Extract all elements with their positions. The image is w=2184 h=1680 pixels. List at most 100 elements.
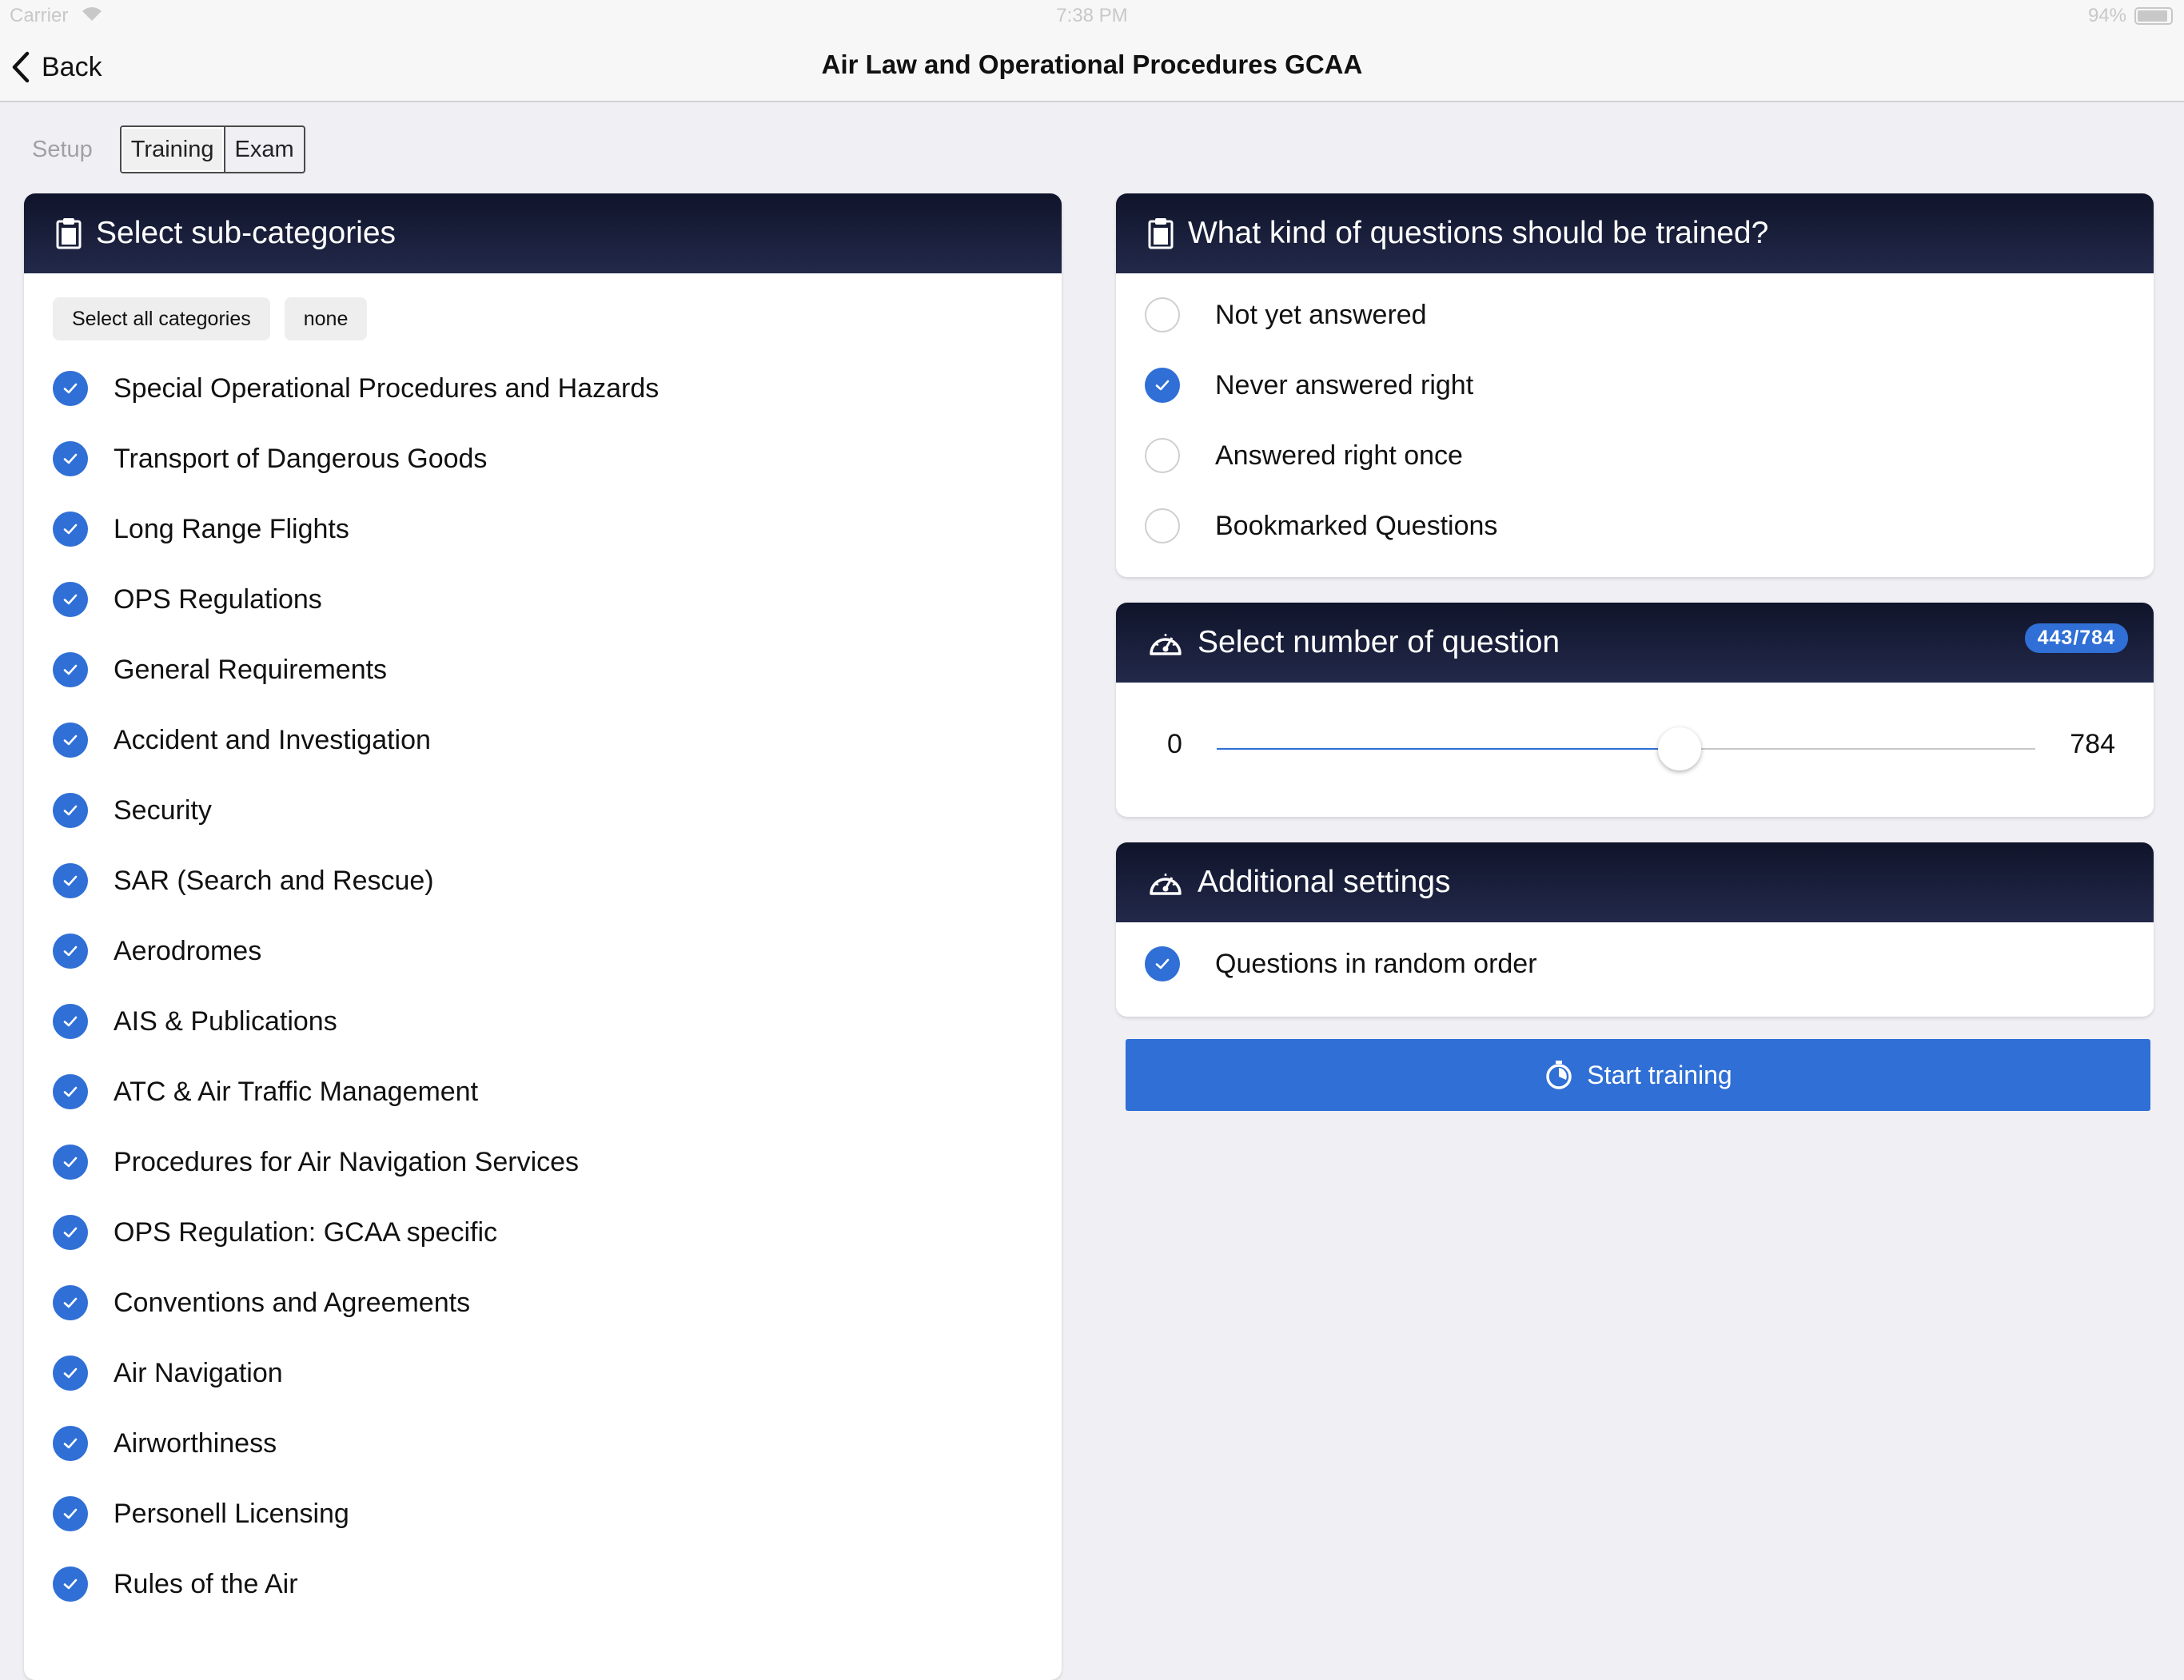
question-kind-option-label: Answered right once xyxy=(1215,440,1463,471)
additional-setting-option-label: Questions in random order xyxy=(1215,948,1537,979)
subcategory-item-label: Conventions and Agreements xyxy=(114,1287,471,1318)
additional-setting-option[interactable]: Questions in random order xyxy=(1116,929,2154,999)
mode-bar: Setup Training Exam xyxy=(32,125,305,174)
checkmark-icon xyxy=(53,1496,88,1531)
subcategory-item-label: Security xyxy=(114,794,212,826)
select-none-button[interactable]: none xyxy=(284,297,368,340)
question-count-slider-row: 0 784 xyxy=(1116,683,2154,817)
subcategory-item[interactable]: AIS & Publications xyxy=(24,986,1062,1057)
subcategories-title: Select sub-categories xyxy=(96,216,397,250)
checkmark-icon xyxy=(53,371,88,406)
subcategory-item-label: ATC & Air Traffic Management xyxy=(114,1076,479,1107)
clipboard-icon xyxy=(56,218,82,249)
additional-settings-list: Questions in random order xyxy=(1116,922,2154,999)
subcategory-item-label: General Requirements xyxy=(114,654,388,685)
navigation-bar: Back Air Law and Operational Procedures … xyxy=(0,32,2184,102)
question-kind-option-label: Not yet answered xyxy=(1215,299,1427,330)
subcategory-item-label: Accident and Investigation xyxy=(114,724,431,755)
tab-training[interactable]: Training xyxy=(121,127,225,172)
checkmark-icon xyxy=(53,863,88,898)
question-kind-option-label: Never answered right xyxy=(1215,369,1474,400)
subcategory-item[interactable]: ATC & Air Traffic Management xyxy=(24,1057,1062,1127)
question-kind-option[interactable]: Not yet answered xyxy=(1116,280,2154,350)
gauge-icon xyxy=(1150,874,1182,895)
subcategory-list: Special Operational Procedures and Hazar… xyxy=(24,340,1062,1619)
empty-circle-icon xyxy=(1145,297,1180,332)
question-count-title: Select number of question xyxy=(1198,625,1560,659)
checkmark-icon xyxy=(53,793,88,828)
checkmark-icon xyxy=(53,1426,88,1461)
question-count-slider[interactable] xyxy=(1217,727,2035,770)
subcategory-item[interactable]: Accident and Investigation xyxy=(24,705,1062,775)
status-bar: Carrier 7:38 PM 94% xyxy=(0,0,2184,32)
slider-max-label: 784 xyxy=(2070,729,2115,759)
subcategory-item-label: Aerodromes xyxy=(114,935,262,966)
tab-exam[interactable]: Exam xyxy=(225,127,304,172)
subcategory-item-label: Special Operational Procedures and Hazar… xyxy=(114,372,660,404)
checkmark-icon xyxy=(53,652,88,687)
slider-fill xyxy=(1217,748,1680,750)
subcategory-item[interactable]: OPS Regulations xyxy=(24,564,1062,635)
checkmark-icon xyxy=(53,512,88,547)
subcategory-item[interactable]: Transport of Dangerous Goods xyxy=(24,424,1062,494)
additional-settings-card: Additional settings Questions in random … xyxy=(1116,842,2154,1017)
subcategory-item-label: OPS Regulation: GCAA specific xyxy=(114,1216,498,1248)
question-kinds-card: What kind of questions should be trained… xyxy=(1116,193,2154,577)
subcategory-item-label: OPS Regulations xyxy=(114,583,322,615)
subcategory-item-label: Air Navigation xyxy=(114,1357,283,1388)
subcategories-card: Select sub-categories Select all categor… xyxy=(24,193,1062,1680)
subcategory-item[interactable]: Long Range Flights xyxy=(24,494,1062,564)
subcategory-item[interactable]: OPS Regulation: GCAA specific xyxy=(24,1197,1062,1268)
subcategory-item[interactable]: Airworthiness xyxy=(24,1408,1062,1479)
start-training-button[interactable]: Start training xyxy=(1126,1039,2150,1111)
question-kinds-title: What kind of questions should be trained… xyxy=(1188,216,1769,250)
checkmark-icon xyxy=(1145,368,1180,403)
question-kinds-list: Not yet answered Never answered right Answ… xyxy=(1116,273,2154,561)
gauge-icon xyxy=(1150,634,1182,655)
subcategory-item[interactable]: Special Operational Procedures and Hazar… xyxy=(24,353,1062,424)
category-actions: Select all categories none xyxy=(24,273,1062,340)
checkmark-icon xyxy=(53,934,88,969)
checkmark-icon xyxy=(53,1356,88,1391)
question-kind-option-label: Bookmarked Questions xyxy=(1215,510,1498,541)
setup-link[interactable]: Setup xyxy=(32,137,93,163)
question-kind-option[interactable]: Never answered right xyxy=(1116,350,2154,420)
subcategories-header: Select sub-categories xyxy=(24,193,1062,273)
checkmark-icon xyxy=(1145,946,1180,981)
subcategory-item[interactable]: Aerodromes xyxy=(24,916,1062,986)
subcategory-item-label: Long Range Flights xyxy=(114,513,349,544)
clock-label: 7:38 PM xyxy=(1056,5,1128,26)
slider-min-label: 0 xyxy=(1167,729,1182,759)
subcategory-item-label: Procedures for Air Navigation Services xyxy=(114,1146,580,1177)
question-kind-option[interactable]: Answered right once xyxy=(1116,420,2154,491)
question-count-badge: 443/784 xyxy=(2024,623,2128,653)
subcategory-item[interactable]: Rules of the Air xyxy=(24,1549,1062,1619)
mode-segmented-control: Training Exam xyxy=(119,125,305,173)
checkmark-icon xyxy=(53,1145,88,1180)
subcategory-item-label: SAR (Search and Rescue) xyxy=(114,865,434,896)
subcategory-item[interactable]: Security xyxy=(24,775,1062,846)
question-kind-option[interactable]: Bookmarked Questions xyxy=(1116,491,2154,561)
checkmark-icon xyxy=(53,723,88,758)
subcategory-item[interactable]: General Requirements xyxy=(24,635,1062,705)
checkmark-icon xyxy=(53,1004,88,1039)
start-training-label: Start training xyxy=(1587,1060,1732,1089)
select-all-button[interactable]: Select all categories xyxy=(53,297,270,340)
subcategory-item[interactable]: Conventions and Agreements xyxy=(24,1268,1062,1338)
question-kinds-header: What kind of questions should be trained… xyxy=(1116,193,2154,273)
question-count-card: Select number of question 443/784 0 784 xyxy=(1116,603,2154,817)
battery-icon xyxy=(2134,7,2173,25)
subcategory-item-label: Airworthiness xyxy=(114,1427,277,1459)
checkmark-icon xyxy=(53,1567,88,1602)
subcategory-item[interactable]: Air Navigation xyxy=(24,1338,1062,1408)
clipboard-icon xyxy=(1148,218,1174,249)
slider-thumb[interactable] xyxy=(1657,727,1701,770)
empty-circle-icon xyxy=(1145,438,1180,473)
subcategory-item[interactable]: Procedures for Air Navigation Services xyxy=(24,1127,1062,1197)
additional-settings-header: Additional settings xyxy=(1116,842,2154,922)
subcategory-item[interactable]: SAR (Search and Rescue) xyxy=(24,846,1062,916)
additional-settings-title: Additional settings xyxy=(1198,865,1451,899)
checkmark-icon xyxy=(53,441,88,476)
battery-percent: 94% xyxy=(2087,5,2126,26)
subcategory-item[interactable]: Personell Licensing xyxy=(24,1479,1062,1549)
